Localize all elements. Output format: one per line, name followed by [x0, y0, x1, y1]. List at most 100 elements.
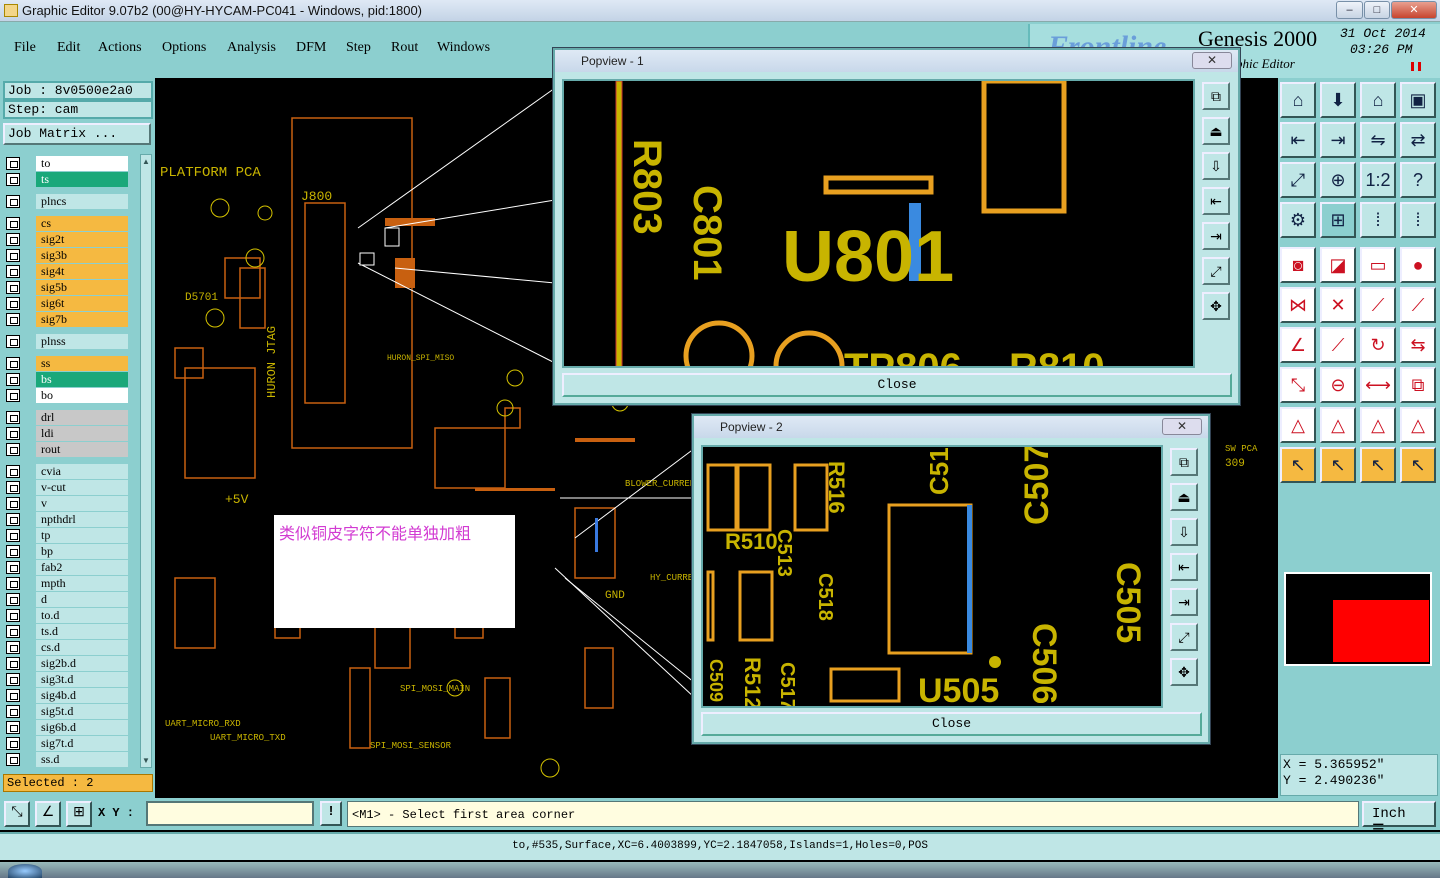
popview-2-close-button[interactable]: Close — [701, 712, 1202, 736]
popview-1-view-tool-icon[interactable]: ⇥ — [1202, 222, 1230, 250]
pointer-icon[interactable]: ↖ — [1280, 447, 1316, 483]
layer-row-ldi[interactable]: ldi — [6, 426, 128, 441]
layer-row-plncs[interactable]: plncs — [6, 194, 128, 209]
layer-checkbox[interactable] — [6, 157, 20, 170]
layer-name[interactable]: bp — [36, 544, 128, 559]
menu-actions[interactable]: Actions — [98, 40, 142, 56]
layer-row-cs[interactable]: cs — [6, 216, 128, 231]
layer-name[interactable]: ldi — [36, 426, 128, 441]
fit-icon[interactable]: ⤢ — [1280, 162, 1316, 198]
close-window-button[interactable]: ✕ — [1391, 1, 1437, 19]
layer-name[interactable]: mpth — [36, 576, 128, 591]
layer-checkbox[interactable] — [6, 545, 20, 558]
triangle3-icon[interactable]: △ — [1360, 407, 1396, 443]
layer-row-sig3b[interactable]: sig3b — [6, 248, 128, 263]
layer-name[interactable]: plncs — [36, 194, 128, 209]
layer-row-npthdrl[interactable]: npthdrl — [6, 512, 128, 527]
popview-2-view-tool-icon[interactable]: ⇤ — [1170, 553, 1198, 581]
color-icon[interactable]: ◪ — [1320, 247, 1356, 283]
layer-checkbox[interactable] — [6, 217, 20, 230]
menu-file[interactable]: File — [14, 40, 36, 56]
layer-name[interactable]: cs.d — [36, 640, 128, 655]
layer-row-sig4b.d[interactable]: sig4b.d — [6, 688, 128, 703]
menu-rout[interactable]: Rout — [391, 40, 418, 56]
home-icon[interactable]: ⌂ — [1280, 82, 1316, 118]
pointer4-icon[interactable]: ↖ — [1400, 447, 1436, 483]
flip-icon[interactable]: ⇆ — [1400, 327, 1436, 363]
menu-analysis[interactable]: Analysis — [227, 40, 276, 56]
layer-name[interactable]: sig6b.d — [36, 720, 128, 735]
layer-checkbox[interactable] — [6, 443, 20, 456]
layer-checkbox[interactable] — [6, 357, 20, 370]
layer-checkbox[interactable] — [6, 465, 20, 478]
layer-name[interactable]: ts.d — [36, 624, 128, 639]
layer-name[interactable]: tp — [36, 528, 128, 543]
layer-checkbox[interactable] — [6, 705, 20, 718]
layer-checkbox[interactable] — [6, 427, 20, 440]
layers-icon[interactable]: ⁞ — [1360, 202, 1396, 238]
layer-row-sig4t[interactable]: sig4t — [6, 264, 128, 279]
layer-row-sig3t.d[interactable]: sig3t.d — [6, 672, 128, 687]
line-icon[interactable]: ⟋ — [1320, 327, 1356, 363]
layer-name[interactable]: fab2 — [36, 560, 128, 575]
layer-checkbox[interactable] — [6, 411, 20, 424]
layer-checkbox[interactable] — [6, 593, 20, 606]
layer-checkbox[interactable] — [6, 609, 20, 622]
menu-step[interactable]: Step — [346, 40, 371, 56]
cross-icon[interactable]: ✕ — [1320, 287, 1356, 323]
layer-row-sig5t.d[interactable]: sig5t.d — [6, 704, 128, 719]
layer-checkbox[interactable] — [6, 335, 20, 348]
layer-name[interactable]: bo — [36, 388, 128, 403]
layer-checkbox[interactable] — [6, 497, 20, 510]
pointer2-icon[interactable]: ↖ — [1320, 447, 1356, 483]
popview-2-canvas[interactable]: R516 C51 C507 R510 C513 C518 C505 C506 U… — [701, 445, 1163, 708]
layer-name[interactable]: ss — [36, 356, 128, 371]
window-icon[interactable]: ▣ — [1400, 82, 1436, 118]
layer-name[interactable]: sig7b — [36, 312, 128, 327]
layer-row-ss.d[interactable]: ss.d — [6, 752, 128, 767]
layer-name[interactable]: plnss — [36, 334, 128, 349]
layer-name[interactable]: sig7t.d — [36, 736, 128, 751]
overview-frame[interactable] — [1284, 572, 1432, 666]
popview-1-canvas[interactable]: R803 C801 U801 TP806 R810 — [562, 79, 1195, 368]
job-matrix-button[interactable]: Job Matrix ... — [3, 123, 151, 145]
layer-row-sig6b.d[interactable]: sig6b.d — [6, 720, 128, 735]
triangle2-icon[interactable]: △ — [1320, 407, 1356, 443]
grid-icon[interactable]: ⊞ — [1320, 202, 1356, 238]
help-icon[interactable]: ? — [1400, 162, 1436, 198]
layer-name[interactable]: sig5b — [36, 280, 128, 295]
layer-checkbox[interactable] — [6, 233, 20, 246]
scroll-down-icon[interactable]: ▼ — [142, 756, 150, 765]
menu-dfm[interactable]: DFM — [296, 40, 326, 56]
rotate-icon[interactable]: ↻ — [1360, 327, 1396, 363]
layer-checkbox[interactable] — [6, 753, 20, 766]
layer-row-bs[interactable]: bs — [6, 372, 128, 387]
layer-name[interactable]: sig5t.d — [36, 704, 128, 719]
layer-checkbox[interactable] — [6, 389, 20, 402]
layer-name[interactable]: sig4b.d — [36, 688, 128, 703]
popview-1-view-tool-icon[interactable]: ✥ — [1202, 292, 1230, 320]
popview-2-view-tool-icon[interactable]: ⤢ — [1170, 623, 1198, 651]
layer-row-rout[interactable]: rout — [6, 442, 128, 457]
layer-name[interactable]: sig4t — [36, 264, 128, 279]
layer-checkbox[interactable] — [6, 529, 20, 542]
layer-name[interactable]: d — [36, 592, 128, 607]
layer-checkbox[interactable] — [6, 297, 20, 310]
view-window-indicator[interactable] — [1333, 600, 1429, 662]
layer-checkbox[interactable] — [6, 313, 20, 326]
layer-checkbox[interactable] — [6, 641, 20, 654]
maximize-button[interactable]: □ — [1364, 1, 1390, 19]
layer-checkbox[interactable] — [6, 577, 20, 590]
popview-2-view-tool-icon[interactable]: ⧉ — [1170, 448, 1198, 476]
menu-windows[interactable]: Windows — [437, 40, 490, 56]
layer-checkbox[interactable] — [6, 265, 20, 278]
mirror-icon[interactable]: ⇋ — [1360, 122, 1396, 158]
layer-checkbox[interactable] — [6, 195, 20, 208]
popview-1-view-tool-icon[interactable]: ⧉ — [1202, 82, 1230, 110]
grid-icon[interactable]: ⊞ — [66, 801, 92, 827]
minimize-button[interactable]: – — [1336, 1, 1363, 19]
layer-checkbox[interactable] — [6, 737, 20, 750]
save-icon[interactable]: ⬇ — [1320, 82, 1356, 118]
popview-2-view-tool-icon[interactable]: ⇥ — [1170, 588, 1198, 616]
center-icon[interactable]: ⊕ — [1320, 162, 1356, 198]
